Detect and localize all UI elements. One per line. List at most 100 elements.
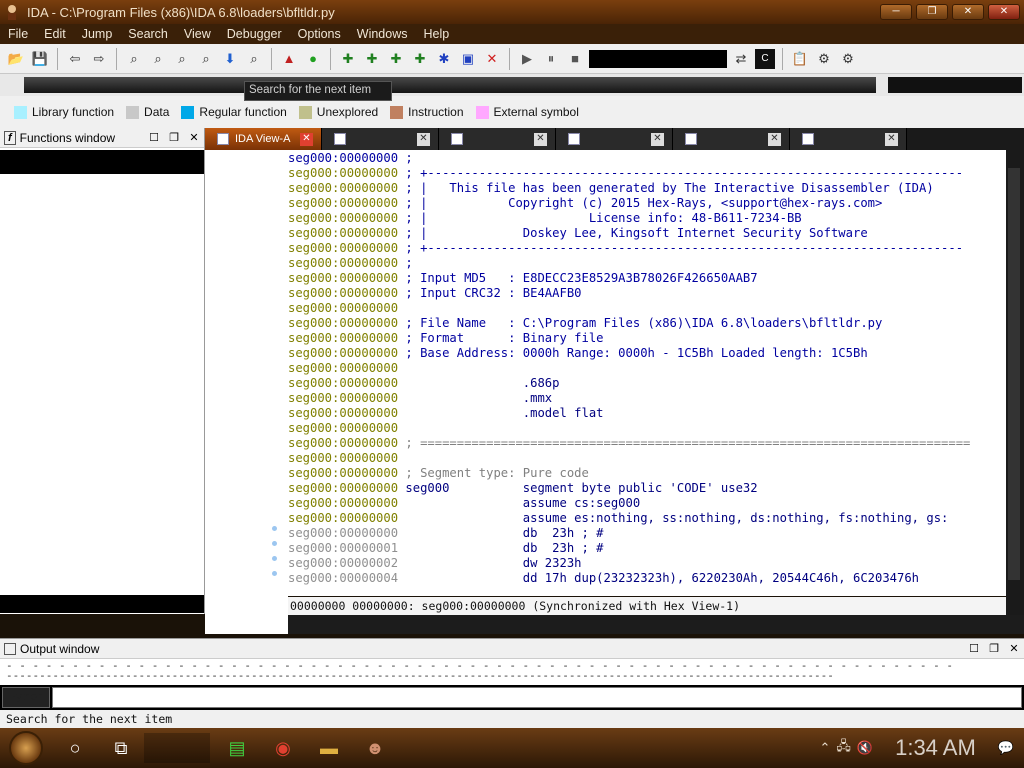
cortana-circle-icon[interactable]: ○: [52, 728, 98, 768]
disasm-line[interactable]: seg000:00000000 assume es:nothing, ss:no…: [288, 511, 1006, 526]
disasm-line[interactable]: seg000:00000000 ; Format : Binary file: [288, 331, 1006, 346]
show-hidden-icons-icon[interactable]: ⌃: [820, 740, 831, 756]
menu-debugger[interactable]: Debugger: [219, 27, 290, 41]
sticky-notes-icon[interactable]: ▤: [214, 728, 260, 768]
close-tab-icon[interactable]: ✕: [417, 132, 430, 146]
code-icon[interactable]: ✚: [338, 49, 358, 69]
maximize-button[interactable]: ❐: [916, 4, 948, 20]
disasm-line[interactable]: seg000:00000000 .mmx: [288, 391, 1006, 406]
struct-icon[interactable]: ▣: [458, 49, 478, 69]
task-view-icon[interactable]: ⧉: [98, 728, 144, 768]
tab-ida-view-a[interactable]: IDA View-A ✕: [205, 128, 322, 150]
segment-selector[interactable]: [888, 77, 1022, 93]
disasm-line[interactable]: seg000:00000000 ; | License info: 48-B61…: [288, 211, 1006, 226]
disasm-line[interactable]: seg000:00000000 ;: [288, 151, 1006, 166]
attach-icon[interactable]: ⇄: [731, 49, 751, 69]
close-tab-icon[interactable]: ✕: [768, 132, 781, 146]
disasm-line[interactable]: seg000:00000002 dw 2323h: [288, 556, 1006, 571]
breakpoint-dot[interactable]: [272, 571, 277, 576]
graph-icon[interactable]: ⚙: [814, 49, 834, 69]
notifications-icon[interactable]: 💬: [998, 740, 1014, 756]
hierarchy-icon[interactable]: ⚙: [838, 49, 858, 69]
disasm-line[interactable]: seg000:00000000 ; File Name : C:\Program…: [288, 316, 1006, 331]
disasm-line[interactable]: seg000:00000000 db 23h ; #: [288, 526, 1006, 541]
menu-search[interactable]: Search: [120, 27, 176, 41]
disassembly-listing[interactable]: seg000:00000000 ; seg000:00000000 ; +----…: [288, 150, 1006, 596]
breakpoint-dot[interactable]: [272, 556, 277, 561]
green-circle-icon[interactable]: ●: [303, 49, 323, 69]
binoculars-flag-icon[interactable]: ⌕: [244, 49, 264, 69]
debugger-c-icon[interactable]: C: [755, 48, 775, 69]
close-tab-icon[interactable]: ✕: [534, 132, 547, 146]
chrome-icon[interactable]: ◉: [260, 728, 306, 768]
start-button[interactable]: [0, 728, 52, 768]
disasm-line[interactable]: seg000:00000000 ; Input MD5 : E8DECC23E8…: [288, 271, 1006, 286]
disasm-line[interactable]: seg000:00000000 .model flat: [288, 406, 1006, 421]
menu-options[interactable]: Options: [290, 27, 349, 41]
disasm-line[interactable]: seg000:00000000 seg000 segment byte publ…: [288, 481, 1006, 496]
tab-imports[interactable]: ✕: [673, 128, 790, 150]
functions-list-header[interactable]: [0, 150, 204, 174]
menu-windows[interactable]: Windows: [349, 27, 416, 41]
unknown-icon[interactable]: ✱: [434, 49, 454, 69]
disasm-line[interactable]: seg000:00000000 ; Segment type: Pure cod…: [288, 466, 1006, 481]
data-icon[interactable]: ✚: [362, 49, 382, 69]
network-icon[interactable]: 🖧: [836, 737, 851, 759]
close-tab-icon[interactable]: ✕: [651, 132, 664, 146]
tab-hex-view[interactable]: ✕: [322, 128, 439, 150]
horizontal-scrollbar[interactable]: [288, 615, 1024, 634]
open-folder-icon[interactable]: 📂: [6, 49, 26, 69]
disasm-line[interactable]: seg000:00000000: [288, 421, 1006, 436]
taskbar-clock[interactable]: 1:34 AM: [895, 735, 976, 761]
taskbar-search-box[interactable]: [144, 733, 210, 763]
search-next-icon[interactable]: ⌕: [196, 49, 216, 69]
file-explorer-icon[interactable]: ▬: [306, 728, 352, 768]
disasm-line[interactable]: seg000:00000000 assume cs:seg000: [288, 496, 1006, 511]
close-panel-icon[interactable]: ✕: [184, 131, 204, 144]
disasm-line[interactable]: seg000:00000000 ; | Copyright (c) 2015 H…: [288, 196, 1006, 211]
maximize-panel-icon[interactable]: ☐: [964, 642, 984, 655]
breakpoint-dot[interactable]: [272, 541, 277, 546]
maximize-panel-icon[interactable]: ☐: [144, 131, 164, 144]
binoculars-binary-icon[interactable]: ⌕: [172, 49, 192, 69]
close-button[interactable]: ✕: [988, 4, 1020, 20]
pause-icon[interactable]: ⏸: [541, 49, 561, 69]
back-arrow-icon[interactable]: ⇦: [65, 49, 85, 69]
disasm-line[interactable]: seg000:00000000: [288, 301, 1006, 316]
string-icon[interactable]: ✚: [386, 49, 406, 69]
python-language-button[interactable]: Python: [2, 687, 50, 708]
disasm-line[interactable]: seg000:00000000 ;: [288, 256, 1006, 271]
warning-triangle-icon[interactable]: ▲: [279, 49, 299, 69]
disasm-line[interactable]: seg000:00000000 ; ======================…: [288, 436, 1006, 451]
menu-help[interactable]: Help: [415, 27, 457, 41]
disasm-line[interactable]: seg000:00000001 db 23h ; #: [288, 541, 1006, 556]
disasm-line[interactable]: seg000:00000004 dd 17h dup(23232323h), 6…: [288, 571, 1006, 586]
down-arrow-icon[interactable]: ⬇: [220, 49, 240, 69]
tab-enums[interactable]: ✕: [556, 128, 673, 150]
python-command-input[interactable]: [52, 687, 1022, 708]
navigation-strip[interactable]: [24, 77, 876, 93]
scrollbar-thumb[interactable]: [1008, 168, 1020, 580]
disasm-line[interactable]: seg000:00000000 .686p: [288, 376, 1006, 391]
restore-button[interactable]: ✕: [952, 4, 984, 20]
close-panel-icon[interactable]: ✕: [1004, 642, 1024, 655]
close-tab-icon[interactable]: ✕: [885, 132, 898, 146]
disasm-line[interactable]: seg000:00000000 ; | Doskey Lee, Kingsoft…: [288, 226, 1006, 241]
disasm-line[interactable]: seg000:00000000 ; Input CRC32 : BE4AAFB0: [288, 286, 1006, 301]
binoculars-text-icon[interactable]: ⌕: [148, 49, 168, 69]
disasm-line[interactable]: seg000:00000000 ; | This file has been g…: [288, 181, 1006, 196]
stop-icon[interactable]: ■: [565, 49, 585, 69]
float-panel-icon[interactable]: ❐: [984, 642, 1004, 655]
disasm-line[interactable]: seg000:00000000 ; Base Address: 0000h Ra…: [288, 346, 1006, 361]
disasm-line[interactable]: seg000:00000000: [288, 361, 1006, 376]
float-panel-icon[interactable]: ❐: [164, 131, 184, 144]
notepad-icon[interactable]: 📋: [790, 49, 810, 69]
undefine-x-icon[interactable]: ✕: [482, 49, 502, 69]
breakpoint-dot[interactable]: [272, 526, 277, 531]
menu-edit[interactable]: Edit: [36, 27, 74, 41]
array-icon[interactable]: ✚: [410, 49, 430, 69]
menu-file[interactable]: File: [0, 27, 36, 41]
tab-exports[interactable]: ✕: [790, 128, 907, 150]
debugger-select[interactable]: [589, 49, 727, 68]
volume-muted-icon[interactable]: 🔇: [857, 740, 873, 756]
